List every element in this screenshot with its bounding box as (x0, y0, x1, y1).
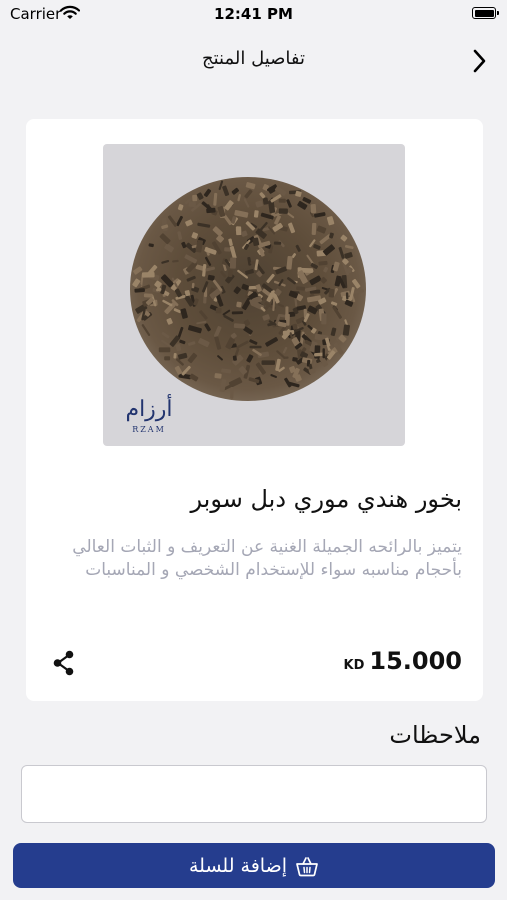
incense-pile-image: أرزام RZAM (125, 177, 366, 434)
clock: 12:41 PM (214, 5, 293, 23)
chevron-right-icon[interactable] (464, 48, 494, 74)
product-image: أرزام RZAM (103, 144, 405, 446)
status-bar: Carrier 12:41 PM (0, 0, 507, 30)
image-brand-latin: RZAM (132, 425, 166, 434)
product-card: أرزام RZAM بخور هندي موري دبل سوبر يتميز… (26, 119, 483, 701)
add-to-cart-button[interactable]: إضافة للسلة (13, 843, 495, 888)
nav-bar: تفاصيل المنتج (0, 36, 507, 84)
image-brand-arabic: أرزام (125, 393, 172, 422)
share-icon[interactable] (49, 648, 79, 678)
product-description: يتميز بالرائحه الجميلة الغنية عن التعريف… (72, 537, 462, 580)
product-name: بخور هندي موري دبل سوبر (190, 485, 462, 513)
notes-label: ملاحظات (389, 721, 481, 749)
add-to-cart-label: إضافة للسلة (188, 854, 287, 877)
notes-input[interactable] (21, 765, 487, 823)
battery-icon (472, 7, 499, 19)
price-amount: 15.000 (369, 647, 462, 675)
basket-icon (296, 856, 318, 876)
product-price: KD 15.000 (326, 647, 463, 675)
page-title: تفاصيل المنتج (201, 48, 306, 69)
price-currency: KD (343, 658, 365, 673)
